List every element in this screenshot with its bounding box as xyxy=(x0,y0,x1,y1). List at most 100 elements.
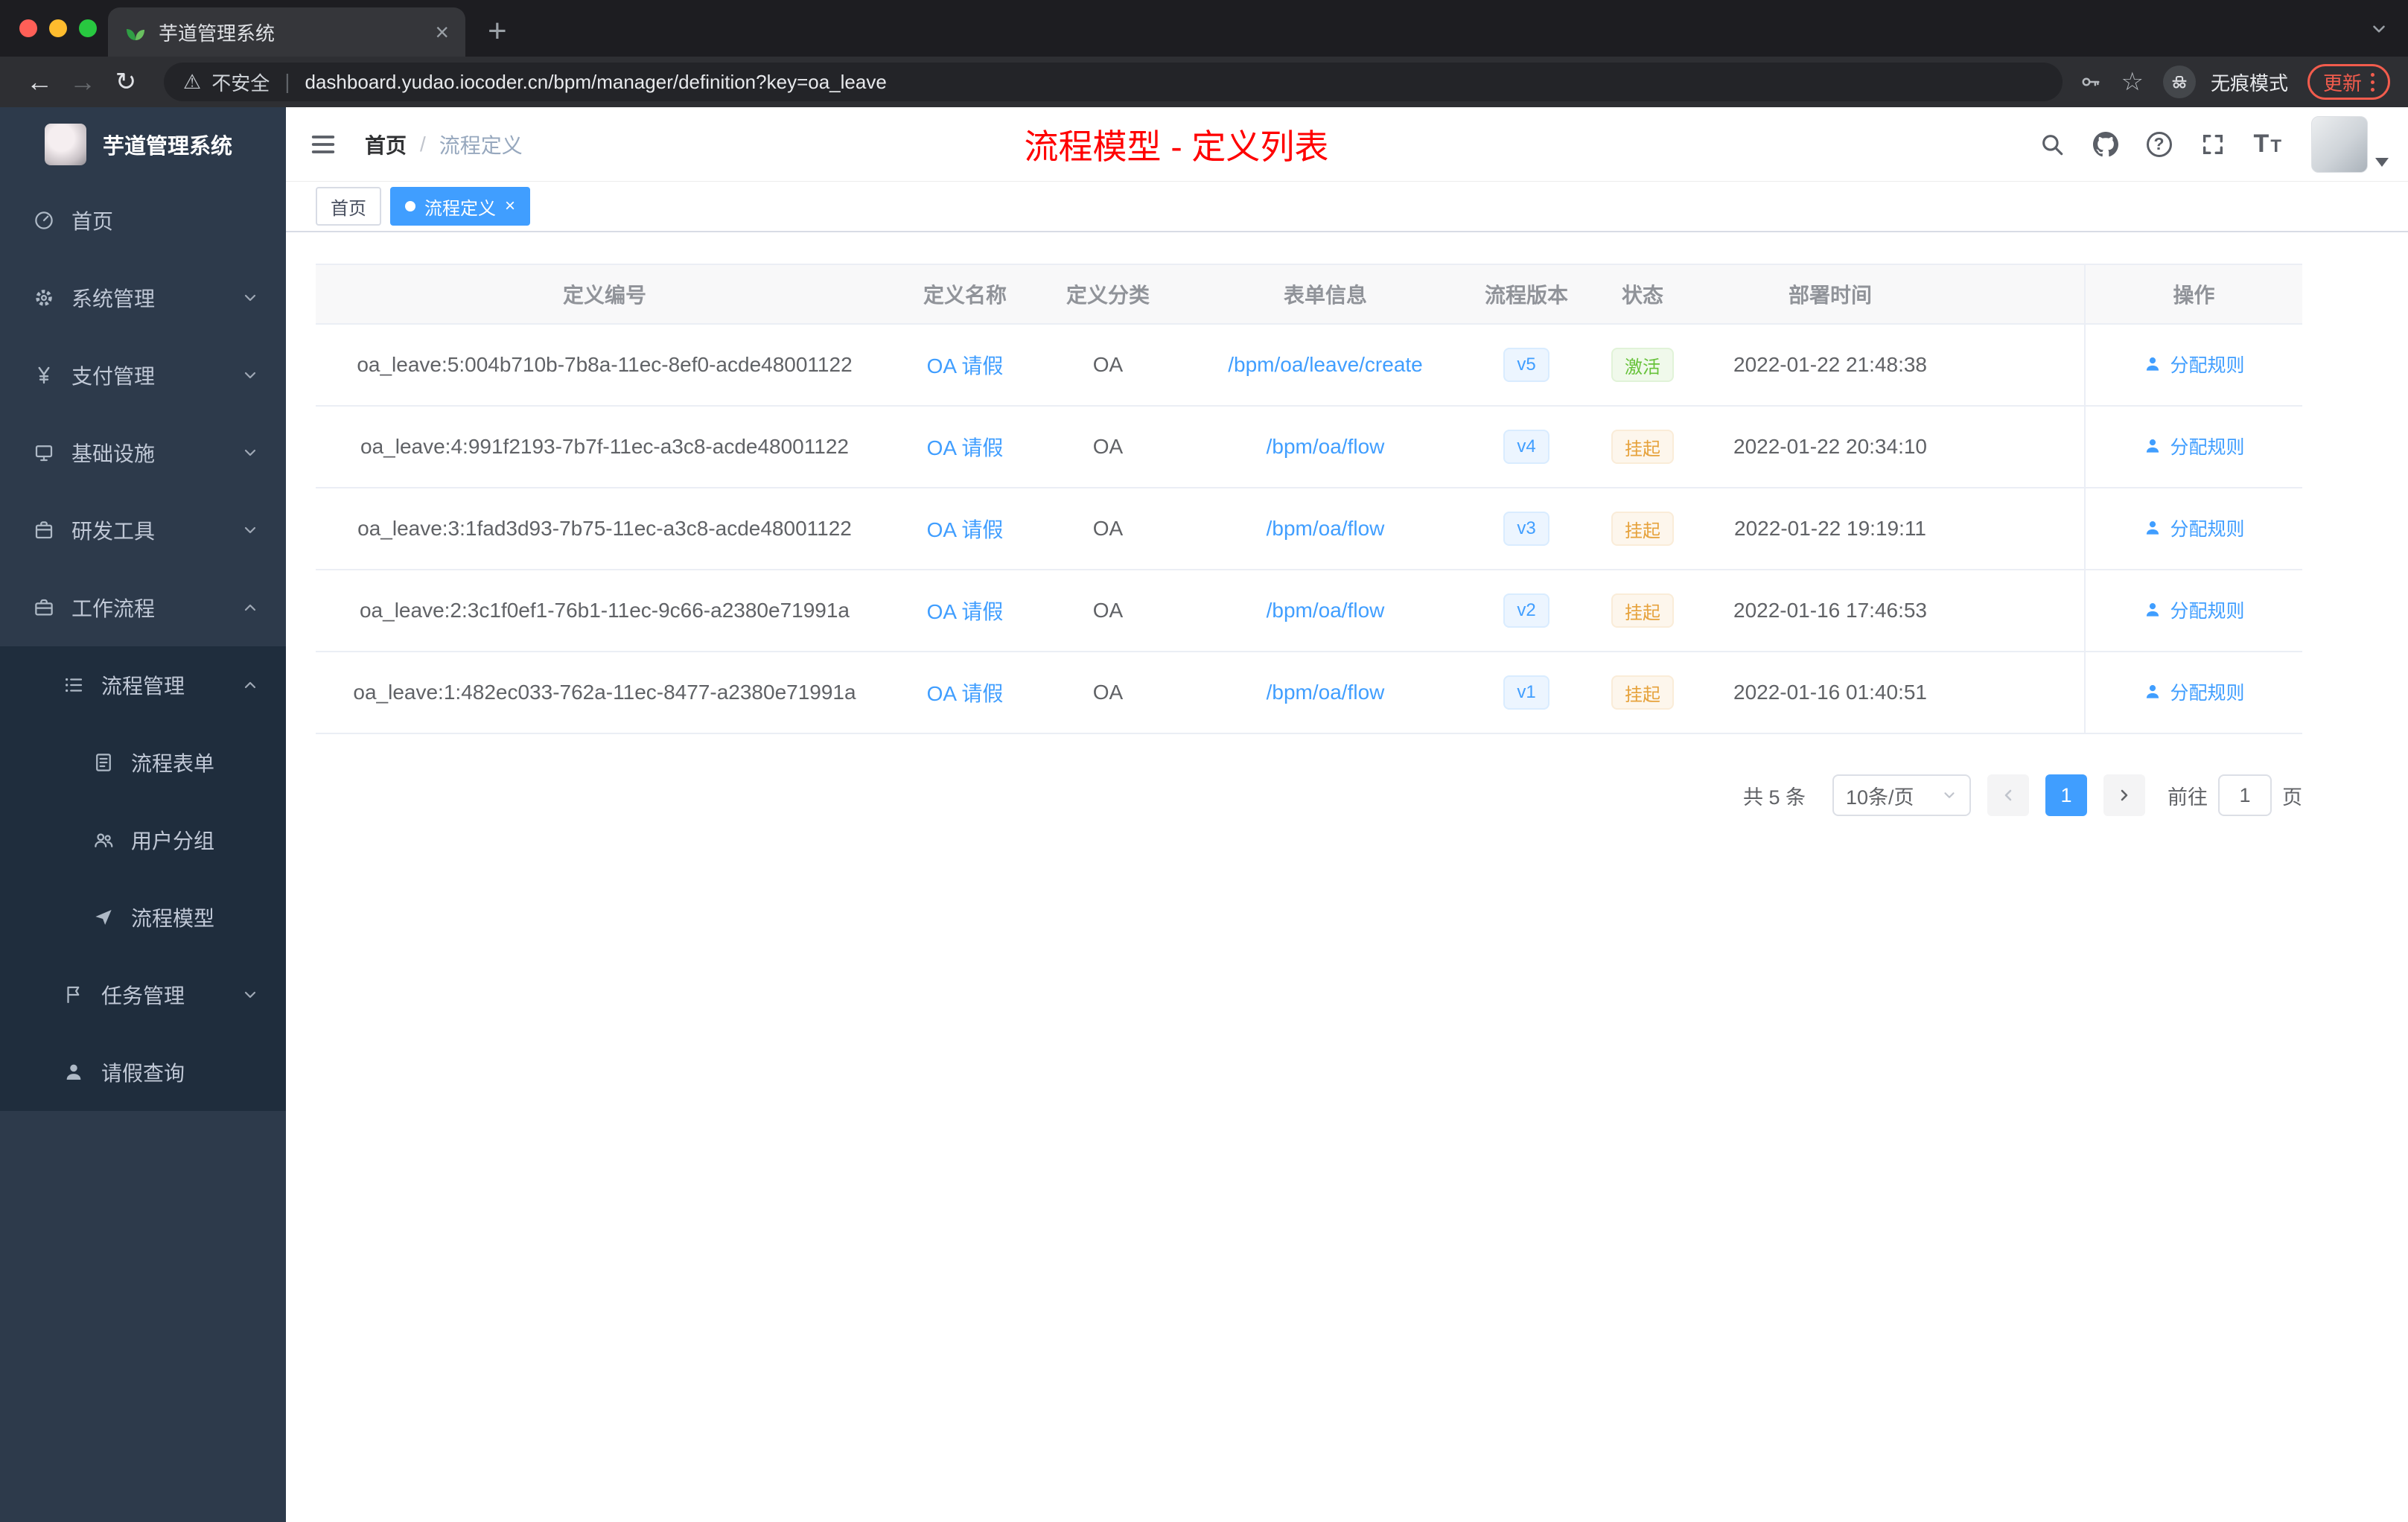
reload-button[interactable]: ↻ xyxy=(104,69,147,95)
sidebar-toggle-icon[interactable] xyxy=(286,130,360,159)
form-link[interactable]: /bpm/oa/flow xyxy=(1267,599,1385,622)
sidebar-item-label: 系统管理 xyxy=(71,287,156,311)
sidebar-item-1[interactable]: 首页 xyxy=(0,182,286,259)
url-text[interactable]: dashboard.yudao.iocoder.cn/bpm/manager/d… xyxy=(305,71,887,94)
table-row: oa_leave:4:991f2193-7b7f-11ec-a3c8-acde4… xyxy=(316,406,2302,488)
definition-name-link[interactable]: OA 请假 xyxy=(927,354,1004,378)
pagination: 共 5 条 10条/页 1 前往 页 xyxy=(316,774,2302,816)
cell-definition-id: oa_leave:3:1fad3d93-7b75-11ec-a3c8-acde4… xyxy=(316,488,894,570)
back-button[interactable]: ← xyxy=(18,69,61,95)
address-bar[interactable]: ⚠ 不安全 | dashboard.yudao.iocoder.cn/bpm/m… xyxy=(164,63,2063,101)
sidebar-logo-row[interactable]: 芋道管理系统 xyxy=(0,107,286,182)
browser-menu-icon[interactable] xyxy=(2371,72,2374,92)
maximize-window-button[interactable] xyxy=(79,19,97,37)
next-page-button[interactable] xyxy=(2103,774,2145,816)
form-link[interactable]: /bpm/oa/leave/create xyxy=(1228,353,1423,376)
avatar[interactable] xyxy=(2311,115,2368,173)
form-link[interactable]: /bpm/oa/flow xyxy=(1267,681,1385,704)
sidebar-item-8[interactable]: 流程表单 xyxy=(0,724,286,801)
tag-close-icon[interactable]: × xyxy=(505,197,515,215)
user-menu[interactable] xyxy=(2311,115,2389,173)
fullscreen-icon[interactable] xyxy=(2200,132,2226,157)
assign-rule-link[interactable]: 分配规则 xyxy=(2143,433,2245,459)
tag-process-definition[interactable]: 流程定义 × xyxy=(390,187,531,226)
form-icon xyxy=(92,751,115,774)
tag-home[interactable]: 首页 xyxy=(316,187,381,226)
minimize-window-button[interactable] xyxy=(49,19,67,37)
sidebar-item-label: 流程表单 xyxy=(131,752,215,775)
cell-category: OA xyxy=(1036,570,1179,652)
cell-definition-id: oa_leave:5:004b710b-7b8a-11ec-8ef0-acde4… xyxy=(316,324,894,407)
cell-category: OA xyxy=(1036,488,1179,570)
page-size-select[interactable]: 10条/页 xyxy=(1832,774,1971,816)
breadcrumb-home[interactable]: 首页 xyxy=(365,130,407,159)
version-tag: v1 xyxy=(1503,675,1549,710)
spacer-cell xyxy=(1957,488,2085,570)
github-icon[interactable] xyxy=(2092,131,2118,157)
tab-search-chevron-icon[interactable] xyxy=(2369,19,2389,39)
cell-deploy-time: 2022-01-22 21:48:38 xyxy=(1704,324,1957,407)
search-icon[interactable] xyxy=(2039,132,2065,157)
font-size-icon[interactable]: TT xyxy=(2254,130,2283,159)
definition-name-link[interactable]: OA 请假 xyxy=(927,682,1004,705)
chevron-up-icon xyxy=(241,599,259,617)
definition-name-link[interactable]: OA 请假 xyxy=(927,436,1004,459)
version-tag: v3 xyxy=(1503,512,1549,546)
definition-name-link[interactable]: OA 请假 xyxy=(927,518,1004,541)
spacer-cell xyxy=(1957,324,2085,407)
user-icon xyxy=(2143,354,2162,374)
sidebar-item-label: 工作流程 xyxy=(71,597,156,620)
cell-deploy-time: 2022-01-16 01:40:51 xyxy=(1704,652,1957,734)
dashboard-icon xyxy=(33,209,55,232)
sidebar-item-9[interactable]: 用户分组 xyxy=(0,801,286,879)
sidebar-item-5[interactable]: 研发工具 xyxy=(0,491,286,569)
bookmark-star-icon[interactable]: ☆ xyxy=(2121,69,2143,95)
definition-name-link[interactable]: OA 请假 xyxy=(927,600,1004,623)
sidebar-item-10[interactable]: 流程模型 xyxy=(0,879,286,956)
sidebar-item-3[interactable]: 支付管理 xyxy=(0,337,286,414)
sidebar-item-12[interactable]: 请假查询 xyxy=(0,1034,286,1111)
sidebar-item-label: 流程模型 xyxy=(131,907,215,930)
table-row: oa_leave:3:1fad3d93-7b75-11ec-a3c8-acde4… xyxy=(316,488,2302,570)
sidebar-item-11[interactable]: 任务管理 xyxy=(0,956,286,1034)
sidebar-item-6[interactable]: 工作流程 xyxy=(0,569,286,646)
browser-tab[interactable]: 芋道管理系统 × xyxy=(108,7,465,57)
sidebar-item-label: 支付管理 xyxy=(71,365,156,388)
page-title: 流程模型 - 定义列表 xyxy=(1024,127,1329,166)
prev-page-button[interactable] xyxy=(1987,774,2029,816)
chevron-down-icon xyxy=(241,521,259,539)
password-key-icon[interactable] xyxy=(2079,71,2101,93)
table-row: oa_leave:2:3c1f0ef1-76b1-11ec-9c66-a2380… xyxy=(316,570,2302,652)
assign-rule-label: 分配规则 xyxy=(2170,601,2245,622)
form-link[interactable]: /bpm/oa/flow xyxy=(1267,517,1385,540)
assign-rule-link[interactable]: 分配规则 xyxy=(2143,515,2245,541)
sidebar-item-7[interactable]: 流程管理 xyxy=(0,646,286,724)
cell-deploy-time: 2022-01-22 19:19:11 xyxy=(1704,488,1957,570)
new-tab-button[interactable]: + xyxy=(488,9,507,54)
caret-down-icon xyxy=(2375,157,2389,167)
form-link[interactable]: /bpm/oa/flow xyxy=(1267,435,1385,458)
assign-rule-link[interactable]: 分配规则 xyxy=(2143,351,2245,378)
help-icon[interactable]: ? xyxy=(2146,131,2172,157)
forward-button[interactable]: → xyxy=(61,69,104,95)
chevron-down-icon xyxy=(241,444,259,462)
close-window-button[interactable] xyxy=(19,19,37,37)
version-tag: v5 xyxy=(1503,348,1549,382)
goto-page-input[interactable] xyxy=(2218,774,2272,816)
column-header: 操作 xyxy=(2084,264,2302,325)
gear-icon xyxy=(33,287,55,309)
sidebar-item-2[interactable]: 系统管理 xyxy=(0,259,286,337)
pagination-total: 共 5 条 xyxy=(1742,786,1806,809)
app-title: 芋道管理系统 xyxy=(103,135,233,159)
browser-update-button[interactable]: 更新 xyxy=(2307,64,2390,100)
page-size-value: 10条/页 xyxy=(1846,786,1914,809)
assign-rule-link[interactable]: 分配规则 xyxy=(2143,678,2245,705)
breadcrumb-separator: / xyxy=(420,132,426,156)
spacer-cell xyxy=(1957,652,2085,734)
breadcrumb-current: 流程定义 xyxy=(439,133,523,157)
tab-close-icon[interactable]: × xyxy=(435,20,449,44)
page-number-button[interactable]: 1 xyxy=(2045,774,2087,816)
spacer-column-header xyxy=(1957,264,2085,325)
sidebar-item-4[interactable]: 基础设施 xyxy=(0,414,286,491)
assign-rule-link[interactable]: 分配规则 xyxy=(2143,596,2245,623)
